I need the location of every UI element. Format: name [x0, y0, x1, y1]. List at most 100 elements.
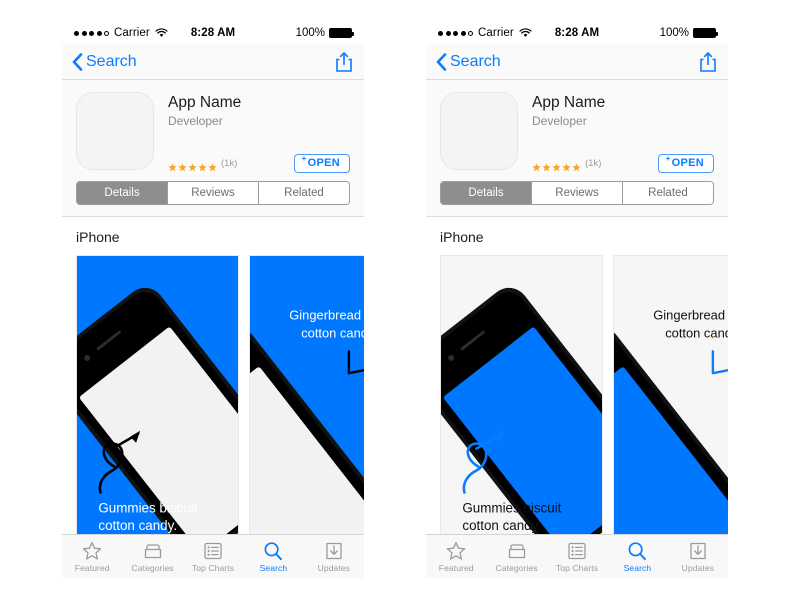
status-bar: Carrier 8:28 AM 100% [62, 22, 364, 44]
back-to-search-button[interactable]: Search [436, 53, 501, 71]
app-summary-row: App Name Developer (1k) +OPEN [440, 92, 714, 173]
tab-search-label: Search [623, 562, 652, 573]
status-bar-left: Carrier [438, 27, 532, 39]
gallery-title: iPhone [440, 229, 484, 245]
status-bar-right: 100% [295, 27, 354, 39]
signal-strength-icon [438, 30, 473, 36]
in-app-purchase-marker: + [665, 154, 671, 164]
screenshot-gallery: iPhone Gummies biscuit cotton candy. Gin… [62, 217, 364, 550]
tab-categories-label: Categories [131, 562, 174, 573]
tab-related[interactable]: Related [259, 182, 349, 204]
chevron-left-icon [72, 52, 83, 71]
tab-related[interactable]: Related [623, 182, 713, 204]
app-name: App Name [532, 94, 606, 111]
svg-text:cotton candy.: cotton candy. [462, 518, 541, 533]
signal-strength-icon [74, 30, 109, 36]
app-developer: Developer [168, 114, 223, 129]
tab-reviews[interactable]: Reviews [168, 182, 259, 204]
back-label: Search [450, 52, 501, 70]
comparison-stage: Carrier 8:28 AM 100% Search App Name Dev… [0, 0, 800, 600]
navigation-bar: Search [62, 44, 364, 80]
download-icon [324, 541, 344, 561]
open-button-label: OPEN [671, 157, 704, 169]
share-icon[interactable] [334, 51, 354, 73]
carrier-label: Carrier [478, 27, 514, 39]
tab-reviews[interactable]: Reviews [532, 182, 623, 204]
star-icon [198, 159, 207, 172]
tab-top-charts-label: Top Charts [191, 562, 235, 573]
star-icon [168, 159, 177, 172]
svg-text:Gingerbread bisc: Gingerbread bisc [289, 308, 364, 323]
tab-featured[interactable]: Featured [426, 541, 486, 573]
segmented-control: Details Reviews Related [440, 181, 714, 205]
tab-bar: Featured Categories Top Charts Search Up… [426, 534, 728, 578]
tab-top-charts[interactable]: Top Charts [183, 541, 243, 573]
search-icon [263, 541, 283, 561]
open-button[interactable]: +OPEN [657, 154, 714, 173]
star-icon [446, 541, 466, 561]
tab-updates[interactable]: Updates [668, 541, 728, 573]
tab-featured-label: Featured [438, 562, 474, 573]
svg-text:Gingerbread bisc: Gingerbread bisc [653, 308, 728, 323]
screenshot-thumbnail[interactable]: Gummies biscuit cotton candy. [440, 255, 603, 550]
back-label: Search [86, 52, 137, 70]
navigation-bar: Search [426, 44, 728, 80]
tab-search-label: Search [259, 562, 288, 573]
open-button[interactable]: +OPEN [293, 154, 350, 173]
status-bar-left: Carrier [74, 27, 168, 39]
tab-updates-label: Updates [317, 562, 350, 573]
tab-categories-label: Categories [495, 562, 538, 573]
status-bar-right: 100% [659, 27, 718, 39]
app-header: App Name Developer (1k) +OPEN Details Re… [426, 80, 728, 217]
app-meta: App Name Developer (1k) +OPEN [168, 92, 350, 173]
segmented-control-wrap: Details Reviews Related [440, 181, 714, 216]
star-icon [572, 159, 581, 172]
star-icon [178, 159, 187, 172]
share-icon[interactable] [698, 51, 718, 73]
star-icon [82, 541, 102, 561]
svg-text:cotton candy.: cotton candy. [665, 325, 728, 340]
battery-percent-label: 100% [295, 27, 325, 39]
svg-text:cotton candy.: cotton candy. [98, 518, 177, 533]
status-bar: Carrier 8:28 AM 100% [426, 22, 728, 44]
tab-details[interactable]: Details [441, 182, 532, 204]
star-icon [532, 159, 541, 172]
carrier-label: Carrier [114, 27, 150, 39]
tab-top-charts[interactable]: Top Charts [547, 541, 607, 573]
screenshot-strip[interactable]: Gummies biscuit cotton candy. Gingerbrea… [62, 255, 364, 550]
rating-stars [532, 159, 581, 172]
tab-top-charts-label: Top Charts [555, 562, 599, 573]
star-icon [188, 159, 197, 172]
tab-search[interactable]: Search [607, 541, 667, 573]
download-icon [688, 541, 708, 561]
segmented-control: Details Reviews Related [76, 181, 350, 205]
open-button-label: OPEN [307, 157, 340, 169]
screenshot-gallery: iPhone Gummies biscuit cotton candy. Gin… [426, 217, 728, 550]
screenshot-strip[interactable]: Gummies biscuit cotton candy. Gingerbrea… [426, 255, 728, 550]
screenshot-thumbnail[interactable]: Gingerbread bisc cotton candy. [613, 255, 728, 550]
gallery-title: iPhone [76, 229, 120, 245]
app-developer: Developer [532, 114, 587, 129]
battery-full-icon [693, 28, 718, 38]
app-icon-placeholder [76, 92, 154, 170]
app-header: App Name Developer (1k) +OPEN Details Re… [62, 80, 364, 217]
tab-search[interactable]: Search [243, 541, 303, 573]
back-to-search-button[interactable]: Search [72, 53, 137, 71]
svg-text:Gummies biscuit: Gummies biscuit [98, 500, 197, 515]
app-name: App Name [168, 94, 242, 111]
tab-categories[interactable]: Categories [122, 541, 182, 573]
tab-bar: Featured Categories Top Charts Search Up… [62, 534, 364, 578]
tab-featured[interactable]: Featured [62, 541, 122, 573]
svg-text:cotton candy.: cotton candy. [301, 325, 364, 340]
tab-details[interactable]: Details [77, 182, 168, 204]
star-icon [562, 159, 571, 172]
chevron-left-icon [436, 52, 447, 71]
in-app-purchase-marker: + [301, 154, 307, 164]
screenshot-thumbnail[interactable]: Gingerbread bisc cotton candy. [249, 255, 364, 550]
tab-categories[interactable]: Categories [486, 541, 546, 573]
tab-updates[interactable]: Updates [304, 541, 364, 573]
screenshot-thumbnail[interactable]: Gummies biscuit cotton candy. [76, 255, 239, 550]
battery-percent-label: 100% [659, 27, 689, 39]
star-icon [542, 159, 551, 172]
app-icon-placeholder [440, 92, 518, 170]
